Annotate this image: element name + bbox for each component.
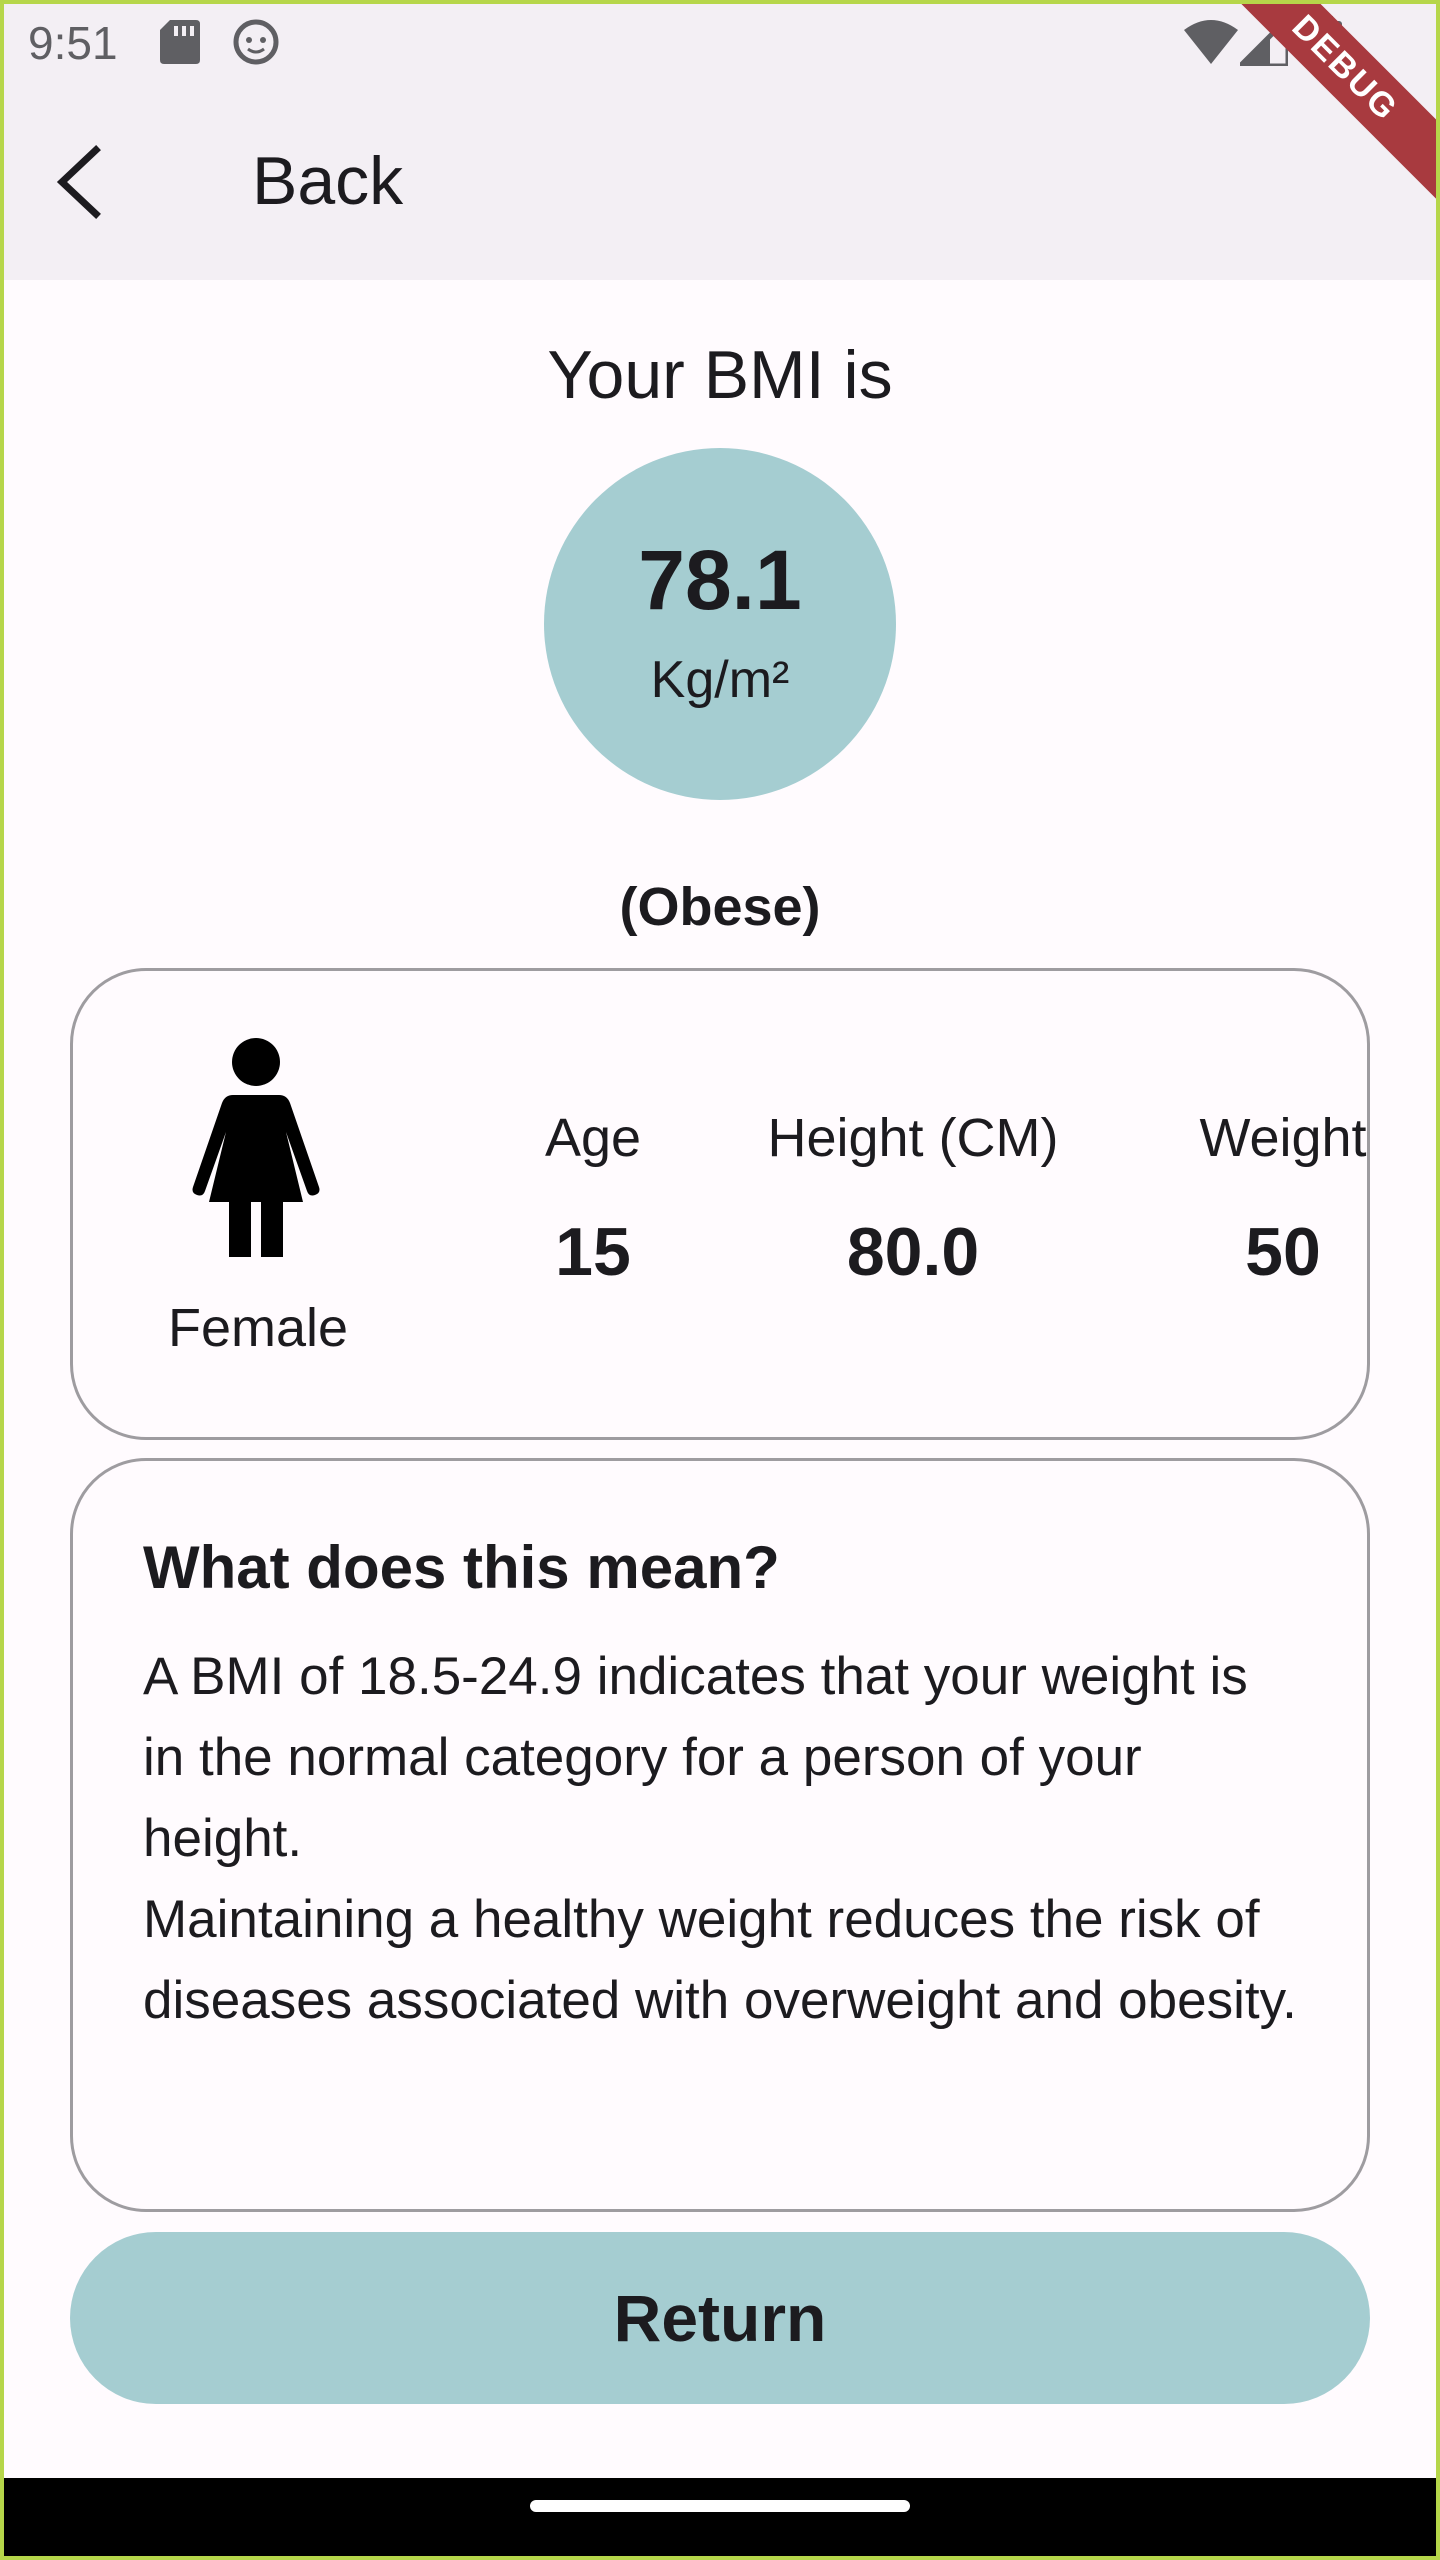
weight-value: 50 xyxy=(1245,1214,1321,1290)
home-handle[interactable] xyxy=(530,2500,910,2512)
bmi-value: 78.1 xyxy=(638,533,802,627)
return-button[interactable]: Return xyxy=(70,2232,1370,2404)
meaning-title: What does this mean? xyxy=(143,1534,780,1601)
weight-stat: Weight 50 xyxy=(1073,1107,1440,1291)
height-stat: Height (CM) 80.0 xyxy=(698,1107,1128,1291)
sd-card-icon xyxy=(160,20,200,69)
height-value: 80.0 xyxy=(846,1214,980,1290)
female-person-icon xyxy=(191,1037,321,1262)
app-bar: Back xyxy=(0,84,1440,280)
height-label: Height (CM) xyxy=(767,1108,1059,1168)
app-bar-title[interactable]: Back xyxy=(252,142,403,220)
gender-label: Female xyxy=(167,1298,349,1358)
meaning-text: A BMI of 18.5-24.9 indicates that your w… xyxy=(143,1647,1297,2030)
age-value: 15 xyxy=(555,1214,631,1290)
bmi-heading: Your BMI is xyxy=(547,337,893,413)
cat-icon xyxy=(232,18,280,71)
bmi-unit: Kg/m² xyxy=(650,651,790,709)
status-bar: 9:51 DEBUG xyxy=(0,0,1440,205)
meaning-card: What does this mean? A BMI of 18.5-24.9 … xyxy=(70,1458,1370,2212)
status-time: 9:51 xyxy=(28,17,118,69)
system-nav-bar xyxy=(0,2478,1440,2560)
age-label: Age xyxy=(544,1108,642,1168)
bmi-result-circle: 78.1 Kg/m² xyxy=(544,448,896,800)
age-stat: Age 15 xyxy=(458,1107,728,1291)
wifi-icon xyxy=(1184,20,1238,69)
weight-label: Weight xyxy=(1199,1108,1367,1168)
profile-card: Female Age 15 Height (CM) 80.0 Weight 50 xyxy=(70,968,1370,1440)
chevron-left-icon[interactable] xyxy=(48,142,108,227)
bmi-category: (Obese) xyxy=(619,877,821,937)
